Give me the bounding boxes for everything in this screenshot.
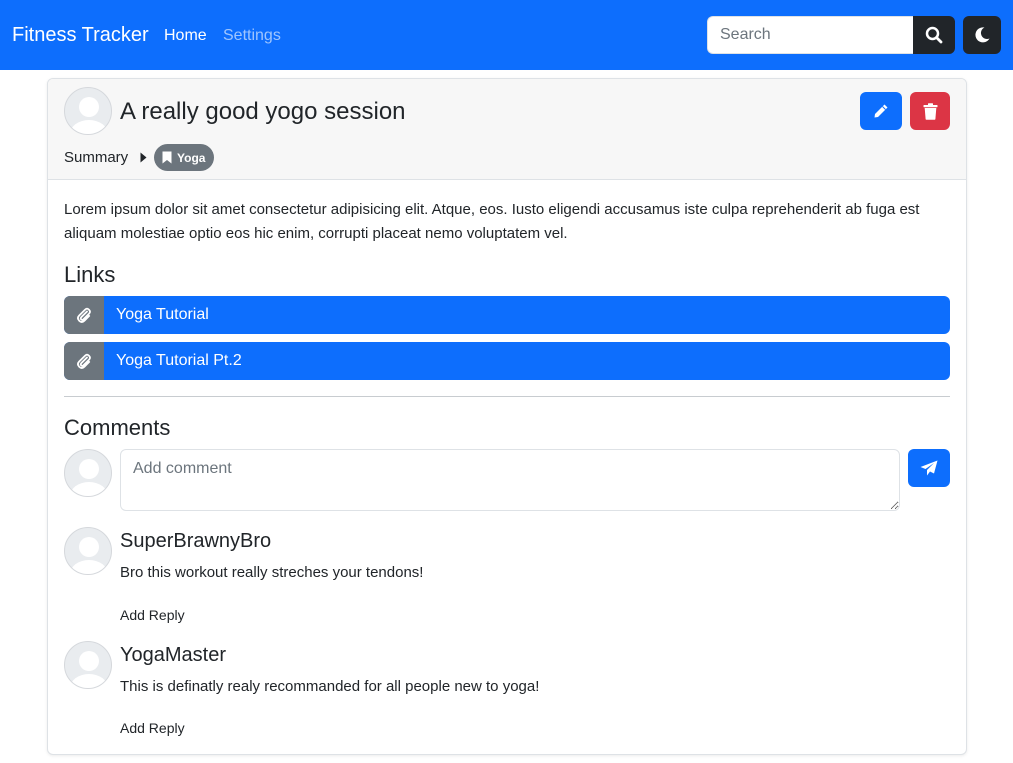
bookmark-icon (162, 151, 172, 164)
delete-post-button[interactable] (910, 92, 950, 130)
comments-heading: Comments (64, 415, 171, 440)
theme-toggle-button[interactable] (963, 16, 1001, 54)
current-user-avatar (64, 449, 112, 497)
search-input[interactable] (707, 16, 914, 54)
user-placeholder-icon (70, 97, 108, 134)
breadcrumb-summary[interactable]: Summary (64, 149, 128, 166)
add-reply-link[interactable]: Add Reply (120, 607, 185, 623)
post-author-avatar (64, 87, 112, 135)
user-placeholder-icon (70, 459, 108, 496)
trash-icon (923, 102, 937, 120)
user-placeholder-icon (70, 537, 108, 574)
nav-home-link[interactable]: Home (164, 27, 207, 45)
post-description: Lorem ipsum dolor sit amet consectetur a… (64, 201, 920, 242)
tag-label: Yoga (177, 150, 206, 165)
paper-plane-icon (920, 460, 938, 476)
links-heading: Links (64, 262, 116, 287)
post-card: A really good yogo session Summary Yoga … (47, 78, 967, 755)
comment-author-avatar (64, 527, 112, 575)
comment-author-avatar (64, 641, 112, 689)
post-header: A really good yogo session Summary Yoga (48, 79, 966, 180)
search-button[interactable] (913, 16, 955, 54)
navbar: Fitness Tracker Home Settings (0, 0, 1013, 70)
comment-author: YogaMaster (120, 644, 226, 666)
comment-text: This is definatly realy recommanded for … (120, 678, 540, 695)
comment-input[interactable] (120, 449, 900, 511)
section-divider (64, 396, 950, 397)
moon-icon (975, 27, 990, 43)
add-reply-link[interactable]: Add Reply (120, 720, 185, 736)
edit-post-button[interactable] (860, 92, 902, 130)
link-icon-box (64, 342, 104, 380)
user-placeholder-icon (70, 651, 108, 688)
comment-author: SuperBrawnyBro (120, 530, 272, 552)
post-title: A really good yogo session (120, 98, 406, 125)
brand-link[interactable]: Fitness Tracker (12, 24, 149, 47)
link-item[interactable]: Yoga Tutorial (64, 296, 950, 334)
pencil-icon (874, 104, 888, 118)
link-label: Yoga Tutorial Pt.2 (116, 352, 242, 369)
send-comment-button[interactable] (908, 449, 950, 487)
link-item[interactable]: Yoga Tutorial Pt.2 (64, 342, 950, 380)
search-icon (925, 26, 943, 44)
nav-settings-link[interactable]: Settings (223, 27, 281, 45)
tag-badge[interactable]: Yoga (154, 144, 215, 171)
link-label: Yoga Tutorial (116, 306, 209, 323)
paperclip-icon (77, 353, 91, 369)
link-icon-box (64, 296, 104, 334)
paperclip-icon (77, 307, 91, 323)
caret-right-icon (140, 152, 147, 163)
comment-text: Bro this workout really streches your te… (120, 564, 424, 581)
